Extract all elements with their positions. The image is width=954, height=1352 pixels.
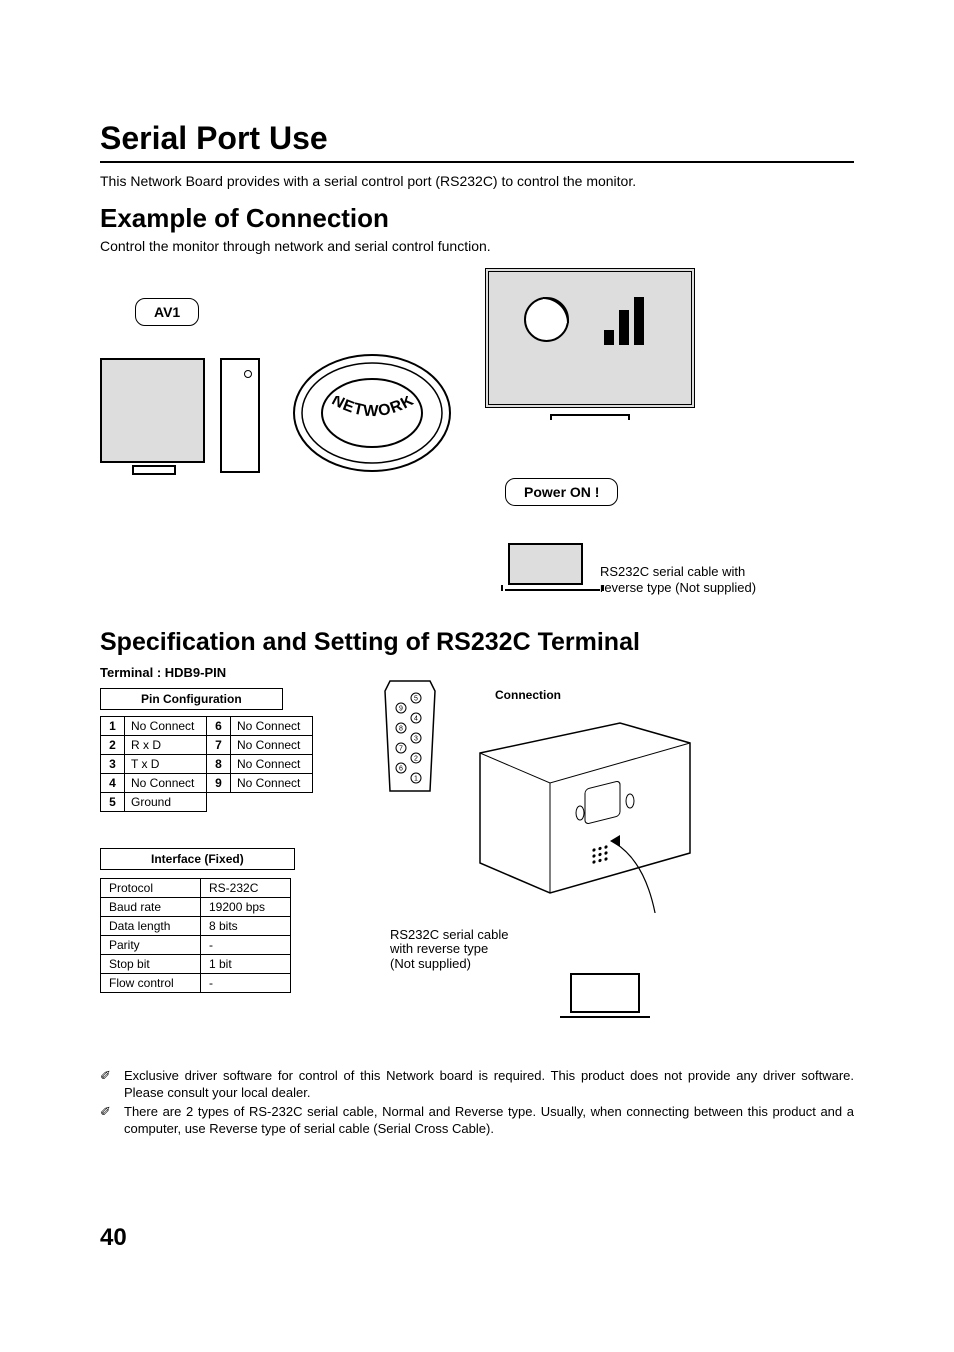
svg-text:3: 3 <box>414 736 418 743</box>
page-title: Serial Port Use <box>100 120 854 163</box>
footnote-2: There are 2 types of RS-232C serial cabl… <box>100 1104 854 1138</box>
interface-table: ProtocolRS-232C Baud rate19200 bps Data … <box>100 878 291 993</box>
svg-text:NETWORK: NETWORK <box>329 396 417 420</box>
laptop-icon <box>505 543 585 593</box>
table-row: Stop bit1 bit <box>101 955 291 974</box>
network-label: NETWORK <box>323 396 423 431</box>
svg-text:5: 5 <box>414 696 418 703</box>
section-example-heading: Example of Connection <box>100 203 854 234</box>
page-number: 40 <box>100 1224 127 1252</box>
svg-text:7: 7 <box>399 746 403 753</box>
pin-config-title: Pin Configuration <box>100 688 283 710</box>
terminal-label: Terminal : HDB9-PIN <box>100 665 854 680</box>
bar-chart-icon <box>604 297 644 345</box>
footnotes: Exclusive driver software for control of… <box>100 1068 854 1138</box>
svg-text:9: 9 <box>399 706 403 713</box>
svg-text:8: 8 <box>399 726 403 733</box>
rs232c-cable-note: RS232C serial cable with reverse type (N… <box>600 564 756 595</box>
pin-config-table: 1No Connect 6No Connect 2R x D 7No Conne… <box>100 716 313 812</box>
svg-text:2: 2 <box>414 756 418 763</box>
desktop-tower-icon <box>220 358 260 473</box>
callout-power-on: Power ON ! <box>505 478 618 506</box>
laptop-icon-2 <box>570 973 650 1018</box>
pie-chart-icon <box>524 297 569 342</box>
network-board-device-icon <box>470 713 700 918</box>
table-row: ProtocolRS-232C <box>101 879 291 898</box>
footnote-1: Exclusive driver software for control of… <box>100 1068 854 1102</box>
svg-text:1: 1 <box>414 776 418 783</box>
section-spec-heading: Specification and Setting of RS232C Term… <box>100 628 854 657</box>
connection-diagram: AV1 NETWORK Power ON ! RS232C serial cab… <box>100 268 854 608</box>
callout-av1: AV1 <box>135 298 199 326</box>
table-row: Flow control- <box>101 974 291 993</box>
section-example-sub: Control the monitor through network and … <box>100 238 854 254</box>
table-row: Baud rate19200 bps <box>101 898 291 917</box>
db9-connector-icon: 5 4 3 2 1 9 8 7 6 <box>380 676 440 801</box>
svg-text:4: 4 <box>414 716 418 723</box>
large-monitor-icon <box>485 268 695 408</box>
svg-text:6: 6 <box>399 766 403 773</box>
connection-title: Connection <box>495 688 561 702</box>
interface-title: Interface (Fixed) <box>100 848 295 870</box>
table-row: Parity- <box>101 936 291 955</box>
spec-layout: Pin Configuration 1No Connect 6No Connec… <box>100 688 854 1068</box>
rs232c-cable-note-2: RS232C serial cable with reverse type (N… <box>390 928 509 971</box>
desktop-monitor-icon <box>100 358 205 463</box>
table-row: Data length8 bits <box>101 917 291 936</box>
intro-text: This Network Board provides with a seria… <box>100 173 854 189</box>
